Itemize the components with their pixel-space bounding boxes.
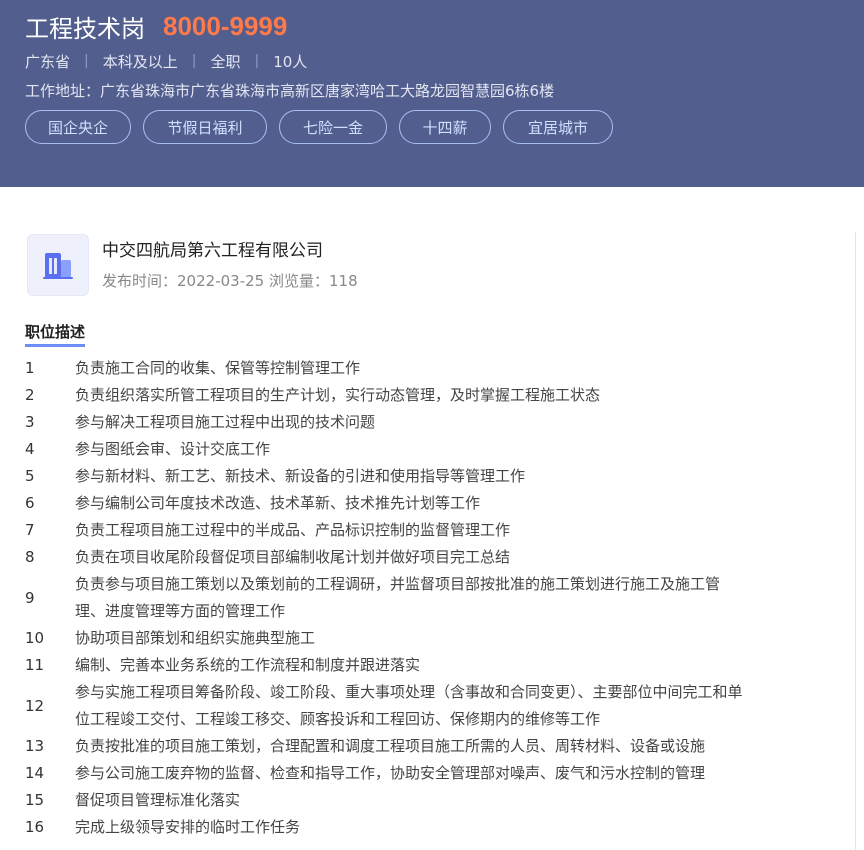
list-item: 3 参与解决工程项目施工过程中出现的技术问题 [25, 409, 765, 436]
benefit-tag[interactable]: 七险一金 [279, 110, 387, 144]
list-item: 5 参与新材料、新工艺、新技术、新设备的引进和使用指导等管理工作 [25, 463, 765, 490]
item-text: 完成上级领导安排的临时工作任务 [75, 818, 301, 836]
item-text: 参与公司施工废弃物的监督、检查和指导工作，协助安全管理部对噪声、废气和污水控制的… [75, 764, 706, 782]
meta-location: 广东省 [25, 52, 71, 71]
company-text: 中交四航局第六工程有限公司 发布时间：2022-03-25 浏览量：118 [102, 239, 358, 291]
item-number: 11 [25, 656, 45, 674]
list-item: 12 参与实施工程项目筹备阶段、竣工阶段、重大事项处理（含事故和合同变更）、主要部… [25, 679, 765, 733]
company-name[interactable]: 中交四航局第六工程有限公司 [102, 239, 358, 263]
list-item: 15 督促项目管理标准化落实 [25, 787, 765, 814]
description-list: 1 负责施工合同的收集、保管等控制管理工作 2 负责组织落实所管工程项目的生产计划，… [25, 355, 765, 841]
item-number: 6 [25, 494, 35, 512]
publish-date: 2022-03-25 [177, 272, 265, 290]
list-item: 16 完成上级领导安排的临时工作任务 [25, 814, 765, 841]
meta-job-type: 全职 [210, 52, 241, 71]
item-number: 16 [25, 818, 45, 836]
list-item: 13 负责按批准的项目施工策划，合理配置和调度工程项目施工所需的人员、周转材料、设… [25, 733, 765, 760]
item-number: 9 [25, 588, 35, 607]
item-text: 参与实施工程项目筹备阶段、竣工阶段、重大事项处理（含事故和合同变更）、主要部位中… [75, 683, 743, 728]
item-number: 2 [25, 386, 35, 404]
item-text: 负责施工合同的收集、保管等控制管理工作 [75, 359, 361, 377]
item-text: 负责在项目收尾阶段督促项目部编制收尾计划并做好项目完工总结 [75, 548, 511, 566]
item-number: 15 [25, 791, 45, 809]
item-number: 10 [25, 629, 45, 647]
meta-separator: | [84, 53, 89, 69]
benefit-tags: 国企央企 节假日福利 七险一金 十四薪 宜居城市 [25, 110, 613, 144]
views-label: 浏览量： [268, 272, 329, 290]
meta-headcount: 10人 [273, 52, 308, 71]
benefit-tag[interactable]: 十四薪 [399, 110, 491, 144]
item-text: 督促项目管理标准化落实 [75, 791, 241, 809]
item-text: 负责按批准的项目施工策划，合理配置和调度工程项目施工所需的人员、周转材料、设备或… [75, 737, 706, 755]
publish-label: 发布时间： [102, 272, 178, 290]
item-number: 14 [25, 764, 45, 782]
job-meta: 广东省 | 本科及以上 | 全职 | 10人 [25, 50, 307, 72]
item-text: 协助项目部策划和组织实施典型施工 [75, 629, 316, 647]
benefit-tag[interactable]: 国企央企 [25, 110, 131, 144]
item-text: 参与新材料、新工艺、新技术、新设备的引进和使用指导等管理工作 [75, 467, 526, 485]
item-number: 7 [25, 521, 35, 539]
salary: 8000-9999 [163, 10, 288, 41]
list-item: 10 协助项目部策划和组织实施典型施工 [25, 625, 765, 652]
views-count: 118 [329, 272, 358, 290]
meta-education: 本科及以上 [102, 52, 178, 71]
item-text: 负责组织落实所管工程项目的生产计划，实行动态管理，及时掌握工程施工状态 [75, 386, 601, 404]
item-number: 13 [25, 737, 45, 755]
item-number: 1 [25, 359, 35, 377]
item-text: 参与解决工程项目施工过程中出现的技术问题 [75, 413, 376, 431]
list-item: 4 参与图纸会审、设计交底工作 [25, 436, 765, 463]
building-icon [43, 253, 73, 279]
meta-separator: | [191, 53, 197, 69]
item-number: 8 [25, 548, 35, 566]
list-item: 9 负责参与项目施工策划以及策划前的工程调研，并监督项目部按批准的施工策划进行施工… [25, 571, 765, 625]
list-item: 6 参与编制公司年度技术改造、技术革新、技术推先计划等工作 [25, 490, 765, 517]
work-address: 工作地址：广东省珠海市广东省珠海市高新区唐家湾哈工大路龙园智慧园6栋6楼 [25, 81, 555, 100]
list-item: 8 负责在项目收尾阶段督促项目部编制收尾计划并做好项目完工总结 [25, 544, 765, 571]
list-item: 1 负责施工合同的收集、保管等控制管理工作 [25, 355, 765, 382]
section-title-description: 职位描述 [25, 322, 86, 347]
item-text: 负责工程项目施工过程中的半成品、产品标识控制的监督管理工作 [75, 521, 511, 539]
list-item: 2 负责组织落实所管工程项目的生产计划，实行动态管理，及时掌握工程施工状态 [25, 382, 765, 409]
benefit-tag[interactable]: 节假日福利 [143, 110, 267, 144]
meta-separator: | [254, 53, 260, 69]
item-number: 5 [25, 467, 35, 485]
list-item: 11 编制、完善本业务系统的工作流程和制度并跟进落实 [25, 652, 765, 679]
list-item: 7 负责工程项目施工过程中的半成品、产品标识控制的监督管理工作 [25, 517, 765, 544]
job-title: 工程技术岗 [25, 14, 145, 43]
list-item: 14 参与公司施工废弃物的监督、检查和指导工作，协助安全管理部对噪声、废气和污水控… [25, 760, 765, 787]
benefit-tag[interactable]: 宜居城市 [503, 110, 613, 144]
item-text: 编制、完善本业务系统的工作流程和制度并跟进落实 [75, 656, 421, 674]
publish-meta: 发布时间：2022-03-25 浏览量：118 [102, 271, 358, 291]
item-number: 12 [25, 696, 45, 715]
job-header: 工程技术岗 8000-9999 广东省 | 本科及以上 | 全职 | 10人 工… [0, 0, 864, 187]
item-text: 负责参与项目施工策划以及策划前的工程调研，并监督项目部按批准的施工策划进行施工及… [75, 575, 721, 620]
item-number: 4 [25, 440, 35, 458]
title-row: 工程技术岗 8000-9999 [25, 9, 287, 43]
content-divider [855, 232, 856, 850]
item-number: 3 [25, 413, 35, 431]
item-text: 参与编制公司年度技术改造、技术革新、技术推先计划等工作 [75, 494, 481, 512]
item-text: 参与图纸会审、设计交底工作 [75, 440, 271, 458]
company-info: 中交四航局第六工程有限公司 发布时间：2022-03-25 浏览量：118 [27, 234, 358, 296]
company-logo[interactable] [27, 234, 89, 296]
